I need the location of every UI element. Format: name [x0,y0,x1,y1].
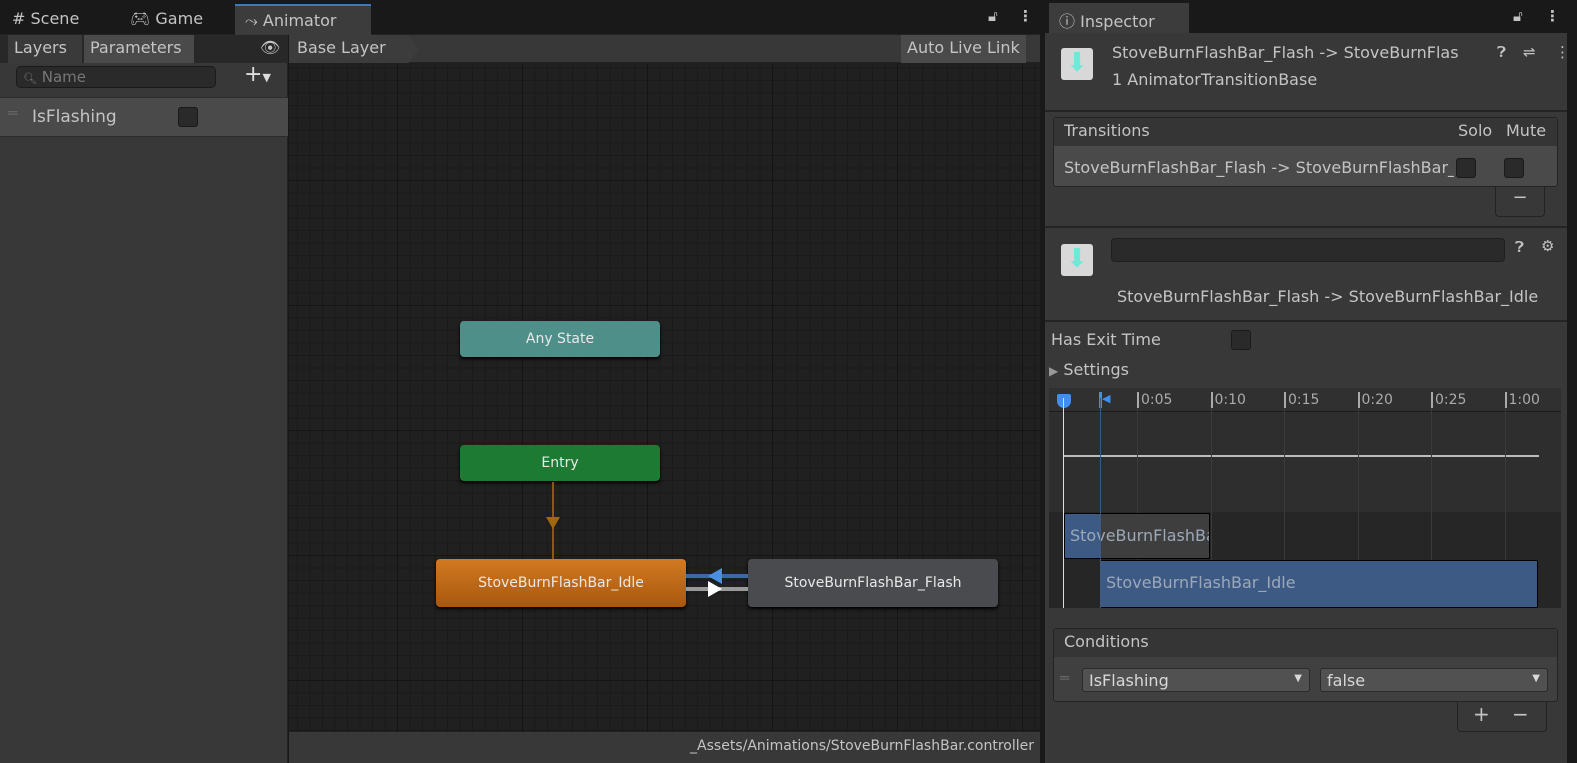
remove-condition-button[interactable]: − [1512,702,1529,726]
info-icon: ⓘ [1059,12,1076,31]
help-icon[interactable]: ❓︎ [1515,238,1524,256]
tab-inspector[interactable]: ⓘ Inspector [1049,3,1189,33]
transition-icon: ⬇ [1061,48,1093,80]
parameter-name[interactable]: IsFlashing [32,107,117,127]
breadcrumb[interactable]: Base Layer [289,35,419,63]
transition-timeline[interactable]: 0:05 0:10 0:15 0:20 0:25 1:00 ◀ StoveBurnFlas… [1049,388,1561,608]
parameters-panel: Layers Parameters 👁︎ 🔍︎ Name +▼ ═ IsFlas… [0,35,288,763]
gamepad-icon: 🎮︎ [130,9,151,28]
timeline-tick-label: 0:25 [1431,392,1466,408]
solo-header: Solo [1458,121,1493,140]
parameter-row[interactable]: ═ IsFlashing [0,97,288,137]
transition-icon: ⬇ [1061,244,1093,276]
tab-layers[interactable]: Layers [8,35,82,63]
inspector-subtitle: 1 AnimatorTransitionBase [1112,70,1318,89]
transitions-list: Transitions Solo Mute StoveBurnFlashBar_… [1053,117,1558,187]
more-menu-icon[interactable]: ⋮ [1545,7,1560,25]
search-input[interactable]: 🔍︎ Name [16,66,216,88]
tab-game[interactable]: 🎮︎ Game [120,4,213,35]
more-menu-icon[interactable]: ⋮ [1018,7,1033,25]
drag-handle-icon[interactable]: ═ [1060,669,1069,687]
tab-scene[interactable]: # Scene [2,4,89,35]
has-exit-time-checkbox[interactable] [1231,330,1251,350]
animator-icon: ⤳ [245,11,258,30]
animator-graph[interactable]: Base Layer Auto Live Link Any State Entr… [289,35,1040,763]
add-parameter-button[interactable]: +▼ [244,62,271,87]
triangle-right-icon: ▶ [1049,364,1059,378]
auto-live-link-button[interactable]: Auto Live Link [901,35,1026,63]
mute-checkbox[interactable] [1504,158,1524,178]
transition-name-input[interactable] [1111,238,1505,262]
mute-header: Mute [1506,121,1547,140]
clip-to-bar[interactable]: StoveBurnFlashBar_Idle [1100,560,1538,608]
inspector-panel: ⓘ Inspector 🔓︎ ⋮ ⬇ StoveBurnFlashBar_Fla… [1045,0,1570,763]
timeline-tick-label: 1:00 [1504,392,1540,408]
node-any-state[interactable]: Any State [460,321,660,357]
solo-checkbox[interactable] [1456,158,1476,178]
playhead-marker[interactable] [1057,394,1071,408]
transition-label: StoveBurnFlashBar_Flash -> StoveBurnFlas… [1117,287,1539,306]
window-tab-bar: # Scene 🎮︎ Game ⤳ Animator 🔓︎ ⋮ [0,0,1040,35]
tab-parameters[interactable]: Parameters [84,35,194,63]
search-icon: 🔍︎ [23,72,37,85]
conditions-header: Conditions [1054,629,1557,657]
timeline-tick-label: 0:05 [1137,392,1172,408]
tab-animator[interactable]: ⤳ Animator [235,4,371,35]
timeline-tick-label: 0:20 [1357,392,1393,408]
help-icon[interactable]: ❓︎ [1497,43,1506,61]
gear-icon[interactable]: ⚙ [1541,237,1554,255]
has-exit-time-label: Has Exit Time [1051,330,1161,349]
timeline-tick-label: 0:15 [1284,392,1319,408]
condition-value-dropdown[interactable]: false [1320,668,1548,692]
parameter-bool-checkbox[interactable] [178,107,198,127]
lock-icon[interactable]: 🔓︎ [988,7,998,25]
lock-icon[interactable]: 🔓︎ [1513,7,1523,25]
settings-foldout[interactable]: ▶ Settings [1049,360,1129,379]
drag-handle-icon[interactable]: ═ [8,104,17,122]
node-flash[interactable]: StoveBurnFlashBar_Flash [748,559,998,607]
inspector-title: StoveBurnFlashBar_Flash -> StoveBurnFlas [1112,43,1459,62]
node-entry[interactable]: Entry [460,445,660,481]
arrow-down-icon [546,517,560,529]
conditions-list: Conditions ═ IsFlashing false [1053,628,1558,702]
grid-icon: # [12,9,26,28]
timeline-tick-label: 0:10 [1210,392,1246,408]
arrow-right-icon [708,581,722,597]
node-idle[interactable]: StoveBurnFlashBar_Idle [436,559,686,607]
controller-path: _Assets/Animations/StoveBurnFlashBar.con… [289,732,1040,763]
chevron-down-icon: ▼ [262,71,271,84]
conditions-footer: + − [1457,702,1547,732]
preset-icon[interactable]: ⇌ [1523,43,1536,61]
transition-row[interactable]: StoveBurnFlashBar_Flash -> StoveBurnFlas… [1064,158,1454,177]
add-condition-button[interactable]: + [1473,702,1490,726]
more-menu-icon[interactable]: ⋮ [1555,43,1570,61]
remove-transition-button[interactable]: − [1495,187,1545,217]
clip-from-bar[interactable]: StoveBurnFlashBar_Flash [1064,513,1210,559]
condition-parameter-dropdown[interactable]: IsFlashing [1082,668,1310,692]
eye-icon[interactable]: 👁︎ [260,38,280,57]
